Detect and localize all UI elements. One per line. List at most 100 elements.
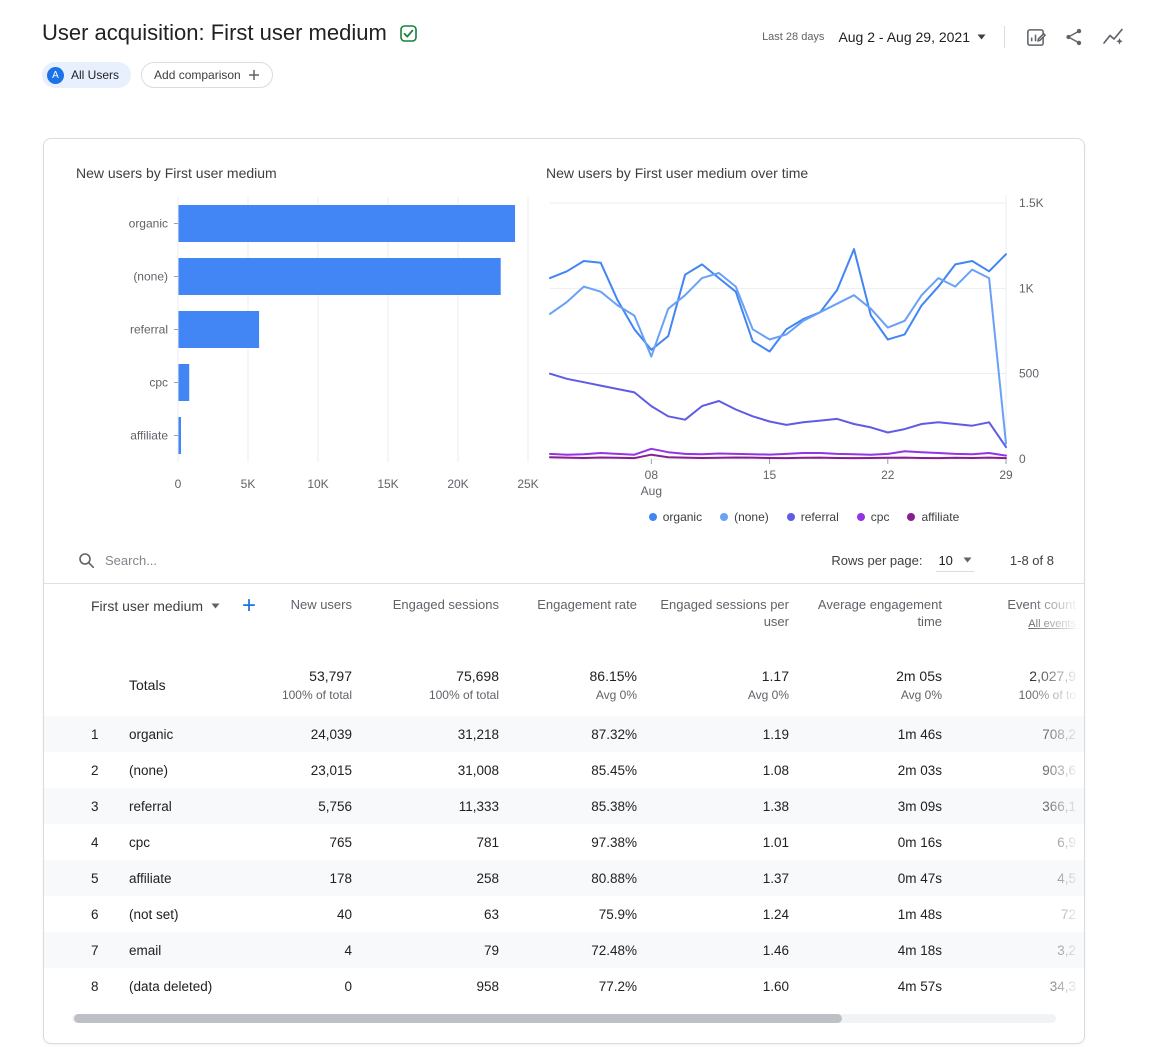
svg-text:0: 0 xyxy=(1019,452,1026,466)
cell-event-count: 3,2 xyxy=(952,943,1085,958)
horizontal-scrollbar-thumb[interactable] xyxy=(74,1014,842,1023)
svg-text:500: 500 xyxy=(1019,367,1039,381)
search-icon xyxy=(78,552,95,569)
cell-new-users: 24,039 xyxy=(279,727,362,742)
cell-new-users: 765 xyxy=(279,835,362,850)
table-row[interactable]: 6(not set)406375.9%1.241m 48s72 xyxy=(44,896,1084,932)
row-dimension: referral xyxy=(129,799,279,814)
column-header-engaged-sessions[interactable]: Engaged sessions xyxy=(362,596,509,613)
row-dimension: (not set) xyxy=(129,907,279,922)
table-row[interactable]: 2(none)23,01531,00885.45%1.082m 03s903,6 xyxy=(44,752,1084,788)
add-dimension-button[interactable]: + xyxy=(242,596,256,616)
pagination-status: 1-8 of 8 xyxy=(1010,553,1054,568)
totals-row: Totals 53,797100% of total 75,698100% of… xyxy=(44,652,1084,716)
cell-engaged-sessions: 31,008 xyxy=(362,763,509,778)
cell-event-count: 903,6 xyxy=(952,763,1085,778)
svg-text:organic: organic xyxy=(129,217,168,231)
cell-avg-engagement-time: 1m 48s xyxy=(799,907,952,922)
row-index: 6 xyxy=(44,907,129,922)
charts-row: New users by First user medium 05K10K15K… xyxy=(44,139,1084,524)
row-dimension: affiliate xyxy=(129,871,279,886)
cell-engaged-per-user: 1.46 xyxy=(647,943,799,958)
column-header-average-engagement-time[interactable]: Average engagement time xyxy=(799,596,952,630)
chevron-down-icon xyxy=(211,603,220,609)
cell-avg-engagement-time: 3m 09s xyxy=(799,799,952,814)
report-card: New users by First user medium 05K10K15K… xyxy=(43,138,1085,1044)
table-row[interactable]: 1organic24,03931,21887.32%1.191m 46s708,… xyxy=(44,716,1084,752)
page-title: User acquisition: First user medium xyxy=(42,20,387,46)
svg-text:referral: referral xyxy=(130,323,168,337)
cell-event-count: 6,9 xyxy=(952,835,1085,850)
add-comparison-label: Add comparison xyxy=(154,68,241,82)
cell-event-count: 708,2 xyxy=(952,727,1085,742)
date-range-picker[interactable]: Aug 2 - Aug 29, 2021 xyxy=(838,29,986,45)
table-row[interactable]: 8(data deleted)095877.2%1.604m 57s34,3 xyxy=(44,968,1084,1004)
line-chart: 05001K1.5K08Aug152229 xyxy=(544,187,1064,508)
cell-engagement-rate: 72.48% xyxy=(509,943,647,958)
cell-new-users: 4 xyxy=(279,943,362,958)
cell-engaged-sessions: 11,333 xyxy=(362,799,509,814)
cell-avg-engagement-time: 1m 46s xyxy=(799,727,952,742)
cell-event-count: 4,5 xyxy=(952,871,1085,886)
cell-avg-engagement-time: 2m 03s xyxy=(799,763,952,778)
cell-engaged-per-user: 1.19 xyxy=(647,727,799,742)
comparison-bar: A All Users Add comparison xyxy=(0,50,1152,88)
table-row[interactable]: 3referral5,75611,33385.38%1.383m 09s366,… xyxy=(44,788,1084,824)
legend-item-affiliate[interactable]: affiliate xyxy=(907,510,959,524)
legend-item-cpc[interactable]: cpc xyxy=(857,510,890,524)
cell-engaged-per-user: 1.24 xyxy=(647,907,799,922)
cell-event-count: 72 xyxy=(952,907,1085,922)
cell-avg-engagement-time: 4m 57s xyxy=(799,979,952,994)
all-users-label: All Users xyxy=(71,68,119,82)
cell-avg-engagement-time: 0m 47s xyxy=(799,871,952,886)
table-row[interactable]: 7email47972.48%1.464m 18s3,2 xyxy=(44,932,1084,968)
cell-engaged-per-user: 1.08 xyxy=(647,763,799,778)
all-users-chip[interactable]: A All Users xyxy=(42,62,131,88)
row-dimension: cpc xyxy=(129,835,279,850)
svg-text:cpc: cpc xyxy=(149,376,168,390)
svg-text:22: 22 xyxy=(881,468,895,482)
legend-item-referral[interactable]: referral xyxy=(787,510,839,524)
cell-engaged-sessions: 31,218 xyxy=(362,727,509,742)
cell-new-users: 5,756 xyxy=(279,799,362,814)
all-events-link[interactable]: All events xyxy=(952,616,1076,633)
rows-per-page-label: Rows per page: xyxy=(831,553,922,568)
insights-icon[interactable] xyxy=(1100,24,1126,50)
cell-engagement-rate: 77.2% xyxy=(509,979,647,994)
table-row[interactable]: 4cpc76578197.38%1.010m 16s6,9 xyxy=(44,824,1084,860)
cell-engaged-per-user: 1.01 xyxy=(647,835,799,850)
totals-new-users: 53,797100% of total xyxy=(279,668,362,702)
row-index: 5 xyxy=(44,871,129,886)
horizontal-scrollbar-track[interactable] xyxy=(72,1014,1056,1023)
customize-report-icon[interactable] xyxy=(1023,25,1048,50)
column-header-engaged-sessions-per-user[interactable]: Engaged sessions per user xyxy=(647,596,799,630)
row-index: 4 xyxy=(44,835,129,850)
cell-avg-engagement-time: 0m 16s xyxy=(799,835,952,850)
row-dimension: (data deleted) xyxy=(129,979,279,994)
legend-dot xyxy=(907,513,915,521)
add-comparison-chip[interactable]: Add comparison xyxy=(141,62,273,88)
legend-item-none[interactable]: (none) xyxy=(720,510,769,524)
cell-engaged-per-user: 1.38 xyxy=(647,799,799,814)
share-icon[interactable] xyxy=(1062,25,1086,49)
legend-item-organic[interactable]: organic xyxy=(649,510,702,524)
cell-engaged-per-user: 1.37 xyxy=(647,871,799,886)
search-input[interactable] xyxy=(105,553,405,568)
table-body: 1organic24,03931,21887.32%1.191m 46s708,… xyxy=(44,716,1084,1004)
svg-text:1.5K: 1.5K xyxy=(1019,196,1044,210)
data-quality-check-icon[interactable] xyxy=(397,22,420,45)
cell-engaged-sessions: 258 xyxy=(362,871,509,886)
column-header-engagement-rate[interactable]: Engagement rate xyxy=(509,596,647,613)
column-header-new-users[interactable]: New users xyxy=(279,596,362,613)
column-header-event-count[interactable]: Event countAll events xyxy=(952,596,1085,633)
table-header-row: First user medium + New users Engaged se… xyxy=(44,584,1084,652)
cell-new-users: 40 xyxy=(279,907,362,922)
svg-text:affiliate: affiliate xyxy=(130,429,168,443)
legend-dot xyxy=(649,513,657,521)
svg-text:(none): (none) xyxy=(133,270,168,284)
dimension-selector[interactable]: First user medium xyxy=(91,598,220,614)
table-row[interactable]: 5affiliate17825880.88%1.370m 47s4,5 xyxy=(44,860,1084,896)
rows-per-page-select[interactable]: 10 xyxy=(936,550,973,572)
row-index: 2 xyxy=(44,763,129,778)
svg-text:08: 08 xyxy=(645,468,659,482)
